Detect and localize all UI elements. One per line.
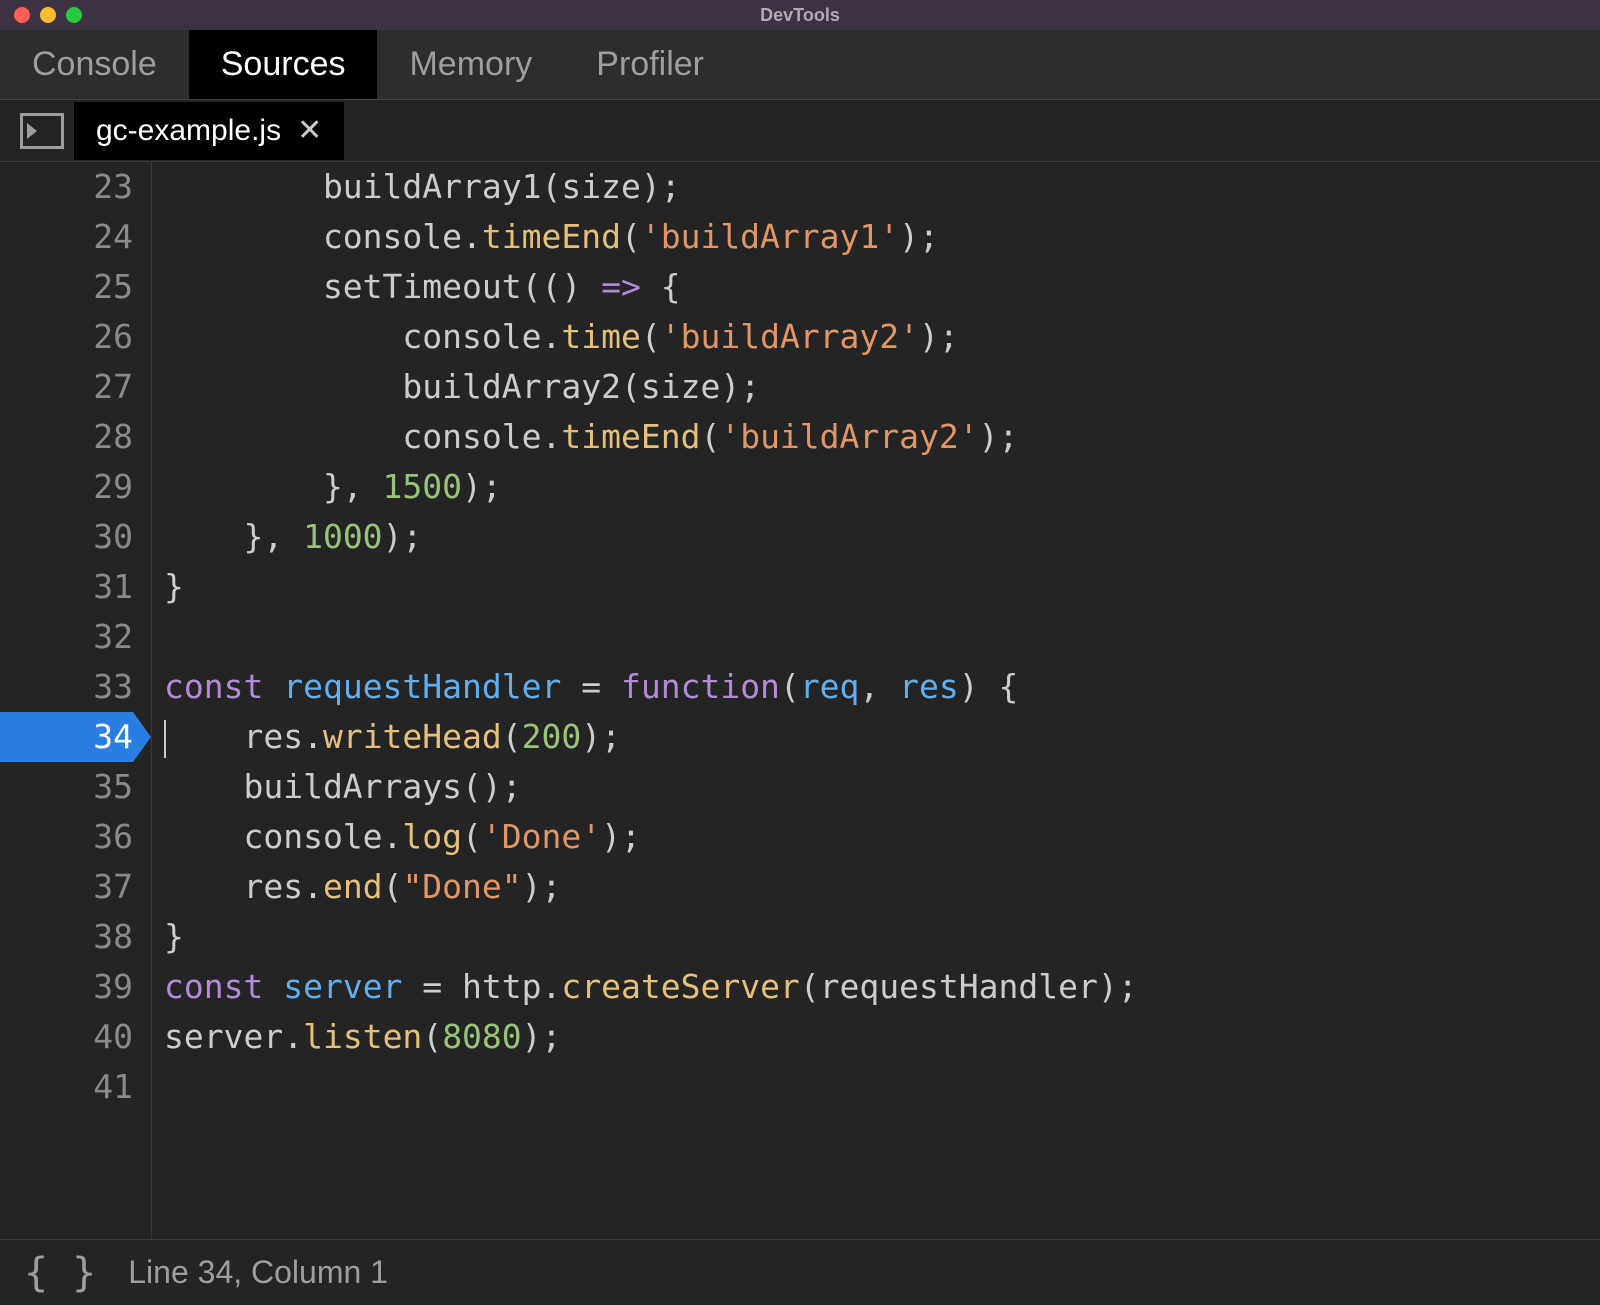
line-number[interactable]: 31: [0, 562, 133, 612]
line-number[interactable]: 29: [0, 462, 133, 512]
main-tabs: Console Sources Memory Profiler: [0, 30, 1600, 100]
line-number[interactable]: 39: [0, 962, 133, 1012]
pretty-print-icon[interactable]: { }: [24, 1250, 96, 1296]
code-line[interactable]: server.listen(8080);: [164, 1012, 1138, 1062]
close-icon[interactable]: ✕: [297, 113, 322, 148]
cursor-position: Line 34, Column 1: [128, 1254, 388, 1291]
line-number-gutter[interactable]: 23242526272829303132333435363738394041: [0, 162, 152, 1239]
code-content[interactable]: buildArray1(size); console.timeEnd('buil…: [152, 162, 1138, 1239]
tab-sources[interactable]: Sources: [189, 30, 378, 99]
line-number[interactable]: 41: [0, 1062, 133, 1112]
code-line[interactable]: const requestHandler = function(req, res…: [164, 662, 1138, 712]
code-line[interactable]: }, 1000);: [164, 512, 1138, 562]
file-tabs-bar: gc-example.js ✕: [0, 100, 1600, 162]
code-line[interactable]: console.log('Done');: [164, 812, 1138, 862]
tab-profiler[interactable]: Profiler: [564, 30, 736, 99]
line-number[interactable]: 36: [0, 812, 133, 862]
line-number[interactable]: 23: [0, 162, 133, 212]
file-tab-label: gc-example.js: [96, 114, 281, 148]
window-minimize-button[interactable]: [40, 7, 56, 23]
window-title: DevTools: [760, 5, 840, 26]
window-maximize-button[interactable]: [66, 7, 82, 23]
line-number[interactable]: 28: [0, 412, 133, 462]
code-line[interactable]: console.time('buildArray2');: [164, 312, 1138, 362]
code-line[interactable]: setTimeout(() => {: [164, 262, 1138, 312]
line-number[interactable]: 32: [0, 612, 133, 662]
code-line[interactable]: console.timeEnd('buildArray2');: [164, 412, 1138, 462]
status-bar: { } Line 34, Column 1: [0, 1239, 1600, 1305]
window-close-button[interactable]: [14, 7, 30, 23]
code-line[interactable]: res.end("Done");: [164, 862, 1138, 912]
line-number[interactable]: 38: [0, 912, 133, 962]
line-number[interactable]: 33: [0, 662, 133, 712]
code-line[interactable]: console.timeEnd('buildArray1');: [164, 212, 1138, 262]
line-number[interactable]: 30: [0, 512, 133, 562]
tab-console[interactable]: Console: [0, 30, 189, 99]
window-controls: [0, 7, 82, 23]
code-line[interactable]: const server = http.createServer(request…: [164, 962, 1138, 1012]
code-line[interactable]: buildArray2(size);: [164, 362, 1138, 412]
file-tab[interactable]: gc-example.js ✕: [74, 102, 344, 160]
code-line[interactable]: res.writeHead(200);: [164, 712, 1138, 762]
code-line[interactable]: [164, 612, 1138, 662]
code-line[interactable]: [164, 1062, 1138, 1112]
code-editor[interactable]: 23242526272829303132333435363738394041 b…: [0, 162, 1600, 1239]
play-triangle-icon: [27, 123, 37, 139]
code-line[interactable]: }, 1500);: [164, 462, 1138, 512]
code-line[interactable]: buildArrays();: [164, 762, 1138, 812]
line-number[interactable]: 37: [0, 862, 133, 912]
line-number[interactable]: 40: [0, 1012, 133, 1062]
line-number[interactable]: 26: [0, 312, 133, 362]
line-number[interactable]: 27: [0, 362, 133, 412]
line-number[interactable]: 35: [0, 762, 133, 812]
breakpoint-line-number[interactable]: 34: [0, 712, 133, 762]
line-number[interactable]: 25: [0, 262, 133, 312]
code-line[interactable]: buildArray1(size);: [164, 162, 1138, 212]
code-line[interactable]: }: [164, 562, 1138, 612]
tab-memory[interactable]: Memory: [377, 30, 564, 99]
code-line[interactable]: }: [164, 912, 1138, 962]
line-number[interactable]: 24: [0, 212, 133, 262]
window-titlebar: DevTools: [0, 0, 1600, 30]
toggle-navigator-button[interactable]: [20, 113, 64, 149]
